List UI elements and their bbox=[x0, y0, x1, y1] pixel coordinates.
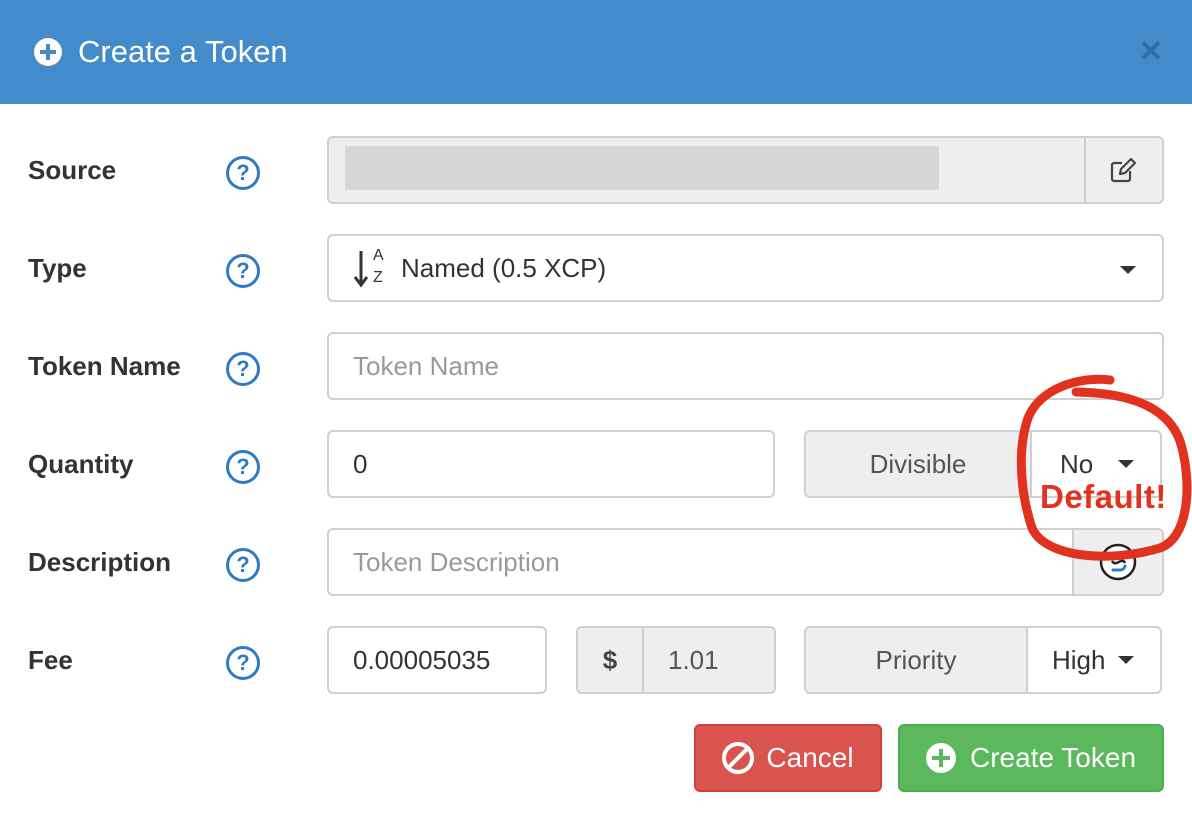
cancel-label: Cancel bbox=[766, 742, 854, 773]
source-label: Source bbox=[28, 154, 117, 185]
fee-value: 0.00005035 bbox=[353, 644, 491, 675]
type-select[interactable]: A Z Named (0.5 XCP) bbox=[327, 234, 1164, 302]
edit-icon bbox=[1110, 157, 1137, 183]
chevron-down-icon bbox=[1120, 266, 1136, 274]
modal-title-text: Create a Token bbox=[78, 34, 288, 69]
description-placeholder: Token Description bbox=[353, 546, 560, 577]
token-name-placeholder: Token Name bbox=[353, 350, 499, 381]
fee-usd-value: 1.01 bbox=[668, 644, 719, 675]
quantity-value: 0 bbox=[353, 448, 368, 479]
plus-circle-icon bbox=[34, 38, 62, 66]
modal-header: Create a Token × bbox=[0, 0, 1192, 104]
quantity-label: Quantity bbox=[28, 448, 134, 479]
type-value: Named (0.5 XCP) bbox=[401, 252, 607, 283]
sort-letter-a: A bbox=[373, 247, 384, 264]
edit-source-button[interactable] bbox=[1084, 138, 1162, 202]
fee-usd-group: $ 1.01 bbox=[576, 626, 776, 694]
annotation-circle bbox=[1016, 374, 1192, 561]
create-token-label: Create Token bbox=[969, 742, 1137, 773]
dollar-addon: $ bbox=[578, 628, 644, 692]
type-label: Type bbox=[28, 252, 87, 283]
source-field[interactable] bbox=[327, 136, 1164, 204]
fee-input[interactable]: 0.00005035 bbox=[327, 626, 547, 694]
priority-group: Priority High bbox=[804, 626, 1162, 694]
quantity-input[interactable]: 0 bbox=[327, 430, 775, 498]
fee-help-icon[interactable]: ? bbox=[226, 646, 260, 680]
token-name-help-icon[interactable]: ? bbox=[226, 352, 260, 386]
type-help-icon[interactable]: ? bbox=[226, 254, 260, 288]
fee-label: Fee bbox=[28, 644, 73, 675]
create-token-button[interactable]: Create Token bbox=[898, 724, 1164, 792]
description-label: Description bbox=[28, 546, 172, 577]
annotation-default-text: Default! bbox=[1040, 478, 1167, 515]
token-name-label: Token Name bbox=[28, 350, 181, 381]
sort-alpha-icon: A Z bbox=[353, 247, 395, 289]
cancel-button[interactable]: Cancel bbox=[694, 724, 882, 792]
description-help-icon[interactable]: ? bbox=[226, 548, 260, 582]
quantity-help-icon[interactable]: ? bbox=[226, 450, 260, 484]
ban-icon bbox=[722, 742, 755, 774]
divisible-addon: Divisible bbox=[806, 432, 1032, 496]
priority-value: High bbox=[1052, 644, 1106, 675]
close-icon[interactable]: × bbox=[1140, 32, 1162, 70]
chevron-down-icon bbox=[1118, 656, 1134, 664]
source-help-icon[interactable]: ? bbox=[226, 156, 260, 190]
source-address-redacted bbox=[345, 146, 939, 190]
modal-title: Create a Token bbox=[34, 28, 288, 76]
plus-circle-icon bbox=[925, 743, 956, 773]
priority-select[interactable]: High bbox=[1028, 628, 1160, 692]
priority-addon: Priority bbox=[806, 628, 1028, 692]
sort-letter-z: Z bbox=[373, 269, 383, 286]
